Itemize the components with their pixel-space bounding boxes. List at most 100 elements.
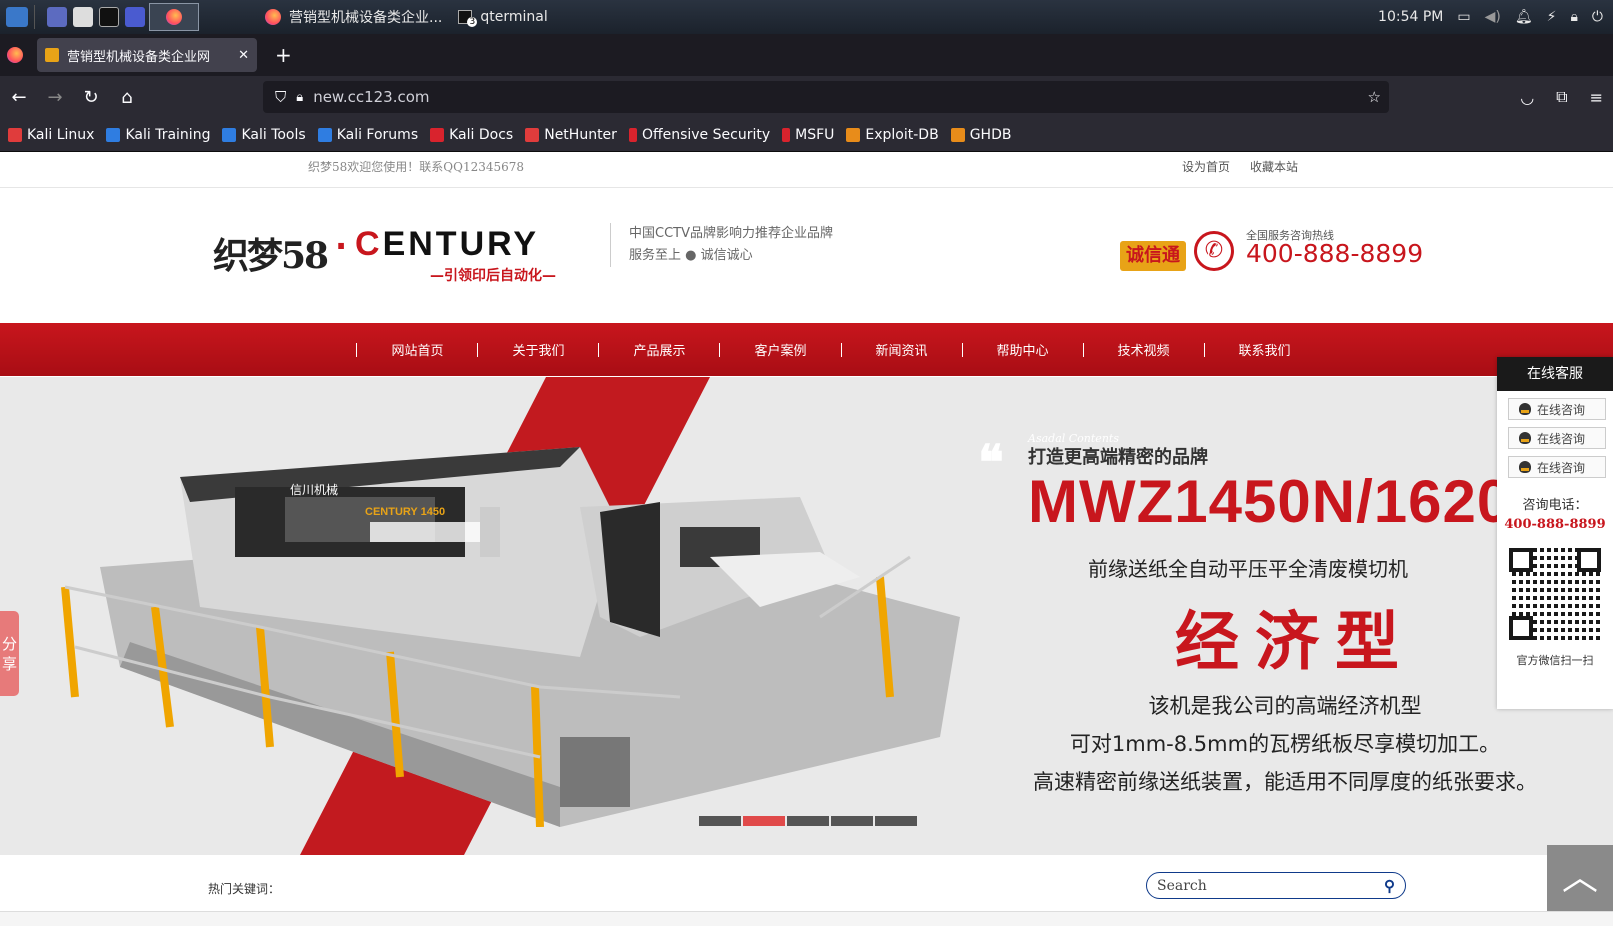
- site-header: 织梦58 · CENTURY —引领印后自动化— 中国CCTV品牌影响力推荐企业…: [0, 189, 1613, 325]
- online-consult-button[interactable]: 在线咨询: [1508, 456, 1606, 478]
- terminal-icon: 3: [458, 10, 478, 27]
- display-icon[interactable]: ▭: [1457, 9, 1470, 25]
- slogan-line-2: 服务至上 ● 诚信诚心: [629, 248, 753, 263]
- window-count-badge: 3: [467, 17, 478, 27]
- kali-menu-icon[interactable]: [6, 7, 28, 27]
- slide-dot-4[interactable]: [831, 816, 873, 826]
- service-tel: 400-888-8899: [1504, 517, 1606, 532]
- pocket-icon[interactable]: ◡: [1520, 88, 1534, 107]
- bookmark-exploit-db[interactable]: Exploit-DB: [846, 127, 939, 143]
- file-manager-icon[interactable]: [73, 7, 93, 27]
- banner-tagline: 打造更高端精密的品牌: [1028, 447, 1208, 468]
- firefox-view-icon[interactable]: [7, 47, 23, 63]
- nav-cases[interactable]: 客户案例: [754, 340, 806, 359]
- taskbar-firefox-button[interactable]: [149, 3, 199, 31]
- nav-help[interactable]: 帮助中心: [997, 340, 1049, 359]
- online-consult-button[interactable]: 在线咨询: [1508, 398, 1606, 420]
- clock[interactable]: 10:54 PM: [1378, 9, 1443, 25]
- taskbar-window-firefox[interactable]: 营销型机械设备类企业...: [259, 3, 448, 31]
- taskbar-window-terminal[interactable]: 3 qterminal: [452, 3, 553, 31]
- bookmark-kali-docs[interactable]: Kali Docs: [430, 127, 513, 143]
- online-consult-button[interactable]: 在线咨询: [1508, 427, 1606, 449]
- system-tray: 10:54 PM ▭ ◀) 🔔︎ ⚡︎ 🔒︎ ⏻: [1378, 0, 1613, 34]
- slide-dot-2[interactable]: [743, 816, 785, 826]
- browser-tab[interactable]: 营销型机械设备类企业网 ✕: [37, 38, 257, 72]
- exploit-db-icon: [846, 127, 861, 142]
- bookmark-kali-tools[interactable]: Kali Tools: [222, 127, 306, 143]
- bookmark-kali-linux[interactable]: Kali Linux: [8, 127, 94, 143]
- set-home-link[interactable]: 设为首页: [1182, 158, 1230, 175]
- bookmark-star-icon[interactable]: ☆: [1368, 88, 1381, 106]
- back-to-top-button[interactable]: ︿: [1547, 845, 1613, 911]
- url-text[interactable]: new.cc123.com: [313, 88, 429, 106]
- nav-news[interactable]: 新闻资讯: [876, 340, 928, 359]
- nav-contact[interactable]: 联系我们: [1239, 340, 1291, 359]
- logo-dot: ·: [335, 227, 348, 265]
- lock-icon[interactable]: 🔒︎: [1570, 9, 1577, 25]
- home-icon[interactable]: ⌂: [110, 80, 144, 114]
- bookmark-ghdb[interactable]: GHDB: [950, 127, 1011, 143]
- nav-video[interactable]: 技术视频: [1118, 340, 1170, 359]
- extensions-icon[interactable]: ⧉: [1556, 87, 1567, 107]
- bookmark-nethunter[interactable]: NetHunter: [525, 127, 617, 143]
- slide-dot-1[interactable]: [699, 816, 741, 826]
- browser-tab-bar: 营销型机械设备类企业网 ✕ + ⌄ – ▫ ✕: [0, 34, 1613, 97]
- reload-icon[interactable]: ↻: [74, 80, 108, 114]
- banner-lines: 该机是我公司的高端经济机型 可对1mm-8.5mm的瓦楞纸板尽享模切加工。 高速…: [1005, 687, 1565, 801]
- slide-dot-5[interactable]: [875, 816, 917, 826]
- system-taskbar: 营销型机械设备类企业... 3 qterminal 10:54 PM ▭ ◀) …: [0, 0, 1613, 34]
- machine-brand: 信川机械: [290, 482, 338, 497]
- close-tab-icon[interactable]: ✕: [238, 48, 249, 63]
- browser-nav-bar: ← → ↻ ⌂ ⛉ 🔒︎ new.cc123.com ☆ ◡ ⧉ ≡: [0, 76, 1613, 118]
- slide-dot-3[interactable]: [787, 816, 829, 826]
- url-bar[interactable]: ⛉ 🔒︎ new.cc123.com ☆: [263, 81, 1389, 113]
- bookmark-offensive-security[interactable]: Offensive Security: [628, 127, 770, 143]
- banner-line: 可对1mm-8.5mm的瓦楞纸板尽享模切加工。: [1069, 732, 1501, 756]
- search-input[interactable]: Search: [1157, 878, 1207, 894]
- forward-icon[interactable]: →: [38, 80, 72, 114]
- power-icon[interactable]: ⚡︎: [1547, 9, 1557, 25]
- nav-home[interactable]: 网站首页: [391, 340, 443, 359]
- bookmark-kali-training[interactable]: Kali Training: [106, 127, 210, 143]
- die-cutting-machine-image: 信川机械 CENTURY 1450: [61, 447, 960, 827]
- menu-icon[interactable]: ≡: [1590, 88, 1603, 107]
- nav-about[interactable]: 关于我们: [512, 340, 564, 359]
- slogan: 中国CCTV品牌影响力推荐企业品牌 服务至上 ● 诚信诚心: [610, 223, 833, 267]
- desktop-icon[interactable]: [47, 7, 67, 27]
- kali-training-icon: [106, 127, 121, 142]
- ghdb-icon: [950, 127, 965, 142]
- favorite-link[interactable]: 收藏本站: [1250, 158, 1298, 175]
- toolbar-right: ◡ ⧉ ≡: [1520, 76, 1603, 118]
- site-favicon-icon: [45, 48, 59, 62]
- screen-recorder-icon[interactable]: [125, 7, 145, 27]
- power-off-icon[interactable]: ⏻: [1592, 9, 1603, 25]
- banner-model: MWZ1450N/1620: [1028, 468, 1512, 535]
- welcome-text: 织梦58欢迎您使用！联系QQ12345678: [308, 160, 525, 174]
- nav-products[interactable]: 产品展示: [633, 340, 685, 359]
- logo-subtitle: —引领印后自动化—: [430, 268, 556, 284]
- new-tab-button[interactable]: +: [275, 43, 292, 67]
- bookmark-kali-forums[interactable]: Kali Forums: [317, 127, 418, 143]
- terminal-icon[interactable]: [99, 7, 119, 27]
- logo-cn[interactable]: 织梦58: [213, 227, 329, 279]
- shield-icon[interactable]: ⛉: [275, 88, 286, 106]
- volume-muted-icon[interactable]: ◀): [1485, 9, 1501, 25]
- logo-en[interactable]: CENTURY: [355, 225, 539, 264]
- search-box[interactable]: Search ⚲: [1146, 872, 1406, 899]
- share-tab[interactable]: 分享: [0, 611, 19, 696]
- trust-badge: 诚信通: [1120, 241, 1186, 271]
- banner-line: 该机是我公司的高端经济机型: [1148, 694, 1422, 718]
- top-strip: 织梦58欢迎您使用！联系QQ12345678 设为首页 收藏本站: [0, 152, 1613, 188]
- qq-icon: [1519, 432, 1531, 444]
- lock-icon[interactable]: 🔒︎: [296, 90, 303, 105]
- taskbar-window-title: qterminal: [480, 9, 548, 25]
- online-service-panel: 在线客服 在线咨询 在线咨询 在线咨询 咨询电话： 400-888-8899 官…: [1497, 357, 1613, 709]
- notification-bell-icon[interactable]: 🔔︎: [1515, 9, 1533, 25]
- kali-docs-icon: [430, 127, 445, 142]
- hero-banner[interactable]: 信川机械 CENTURY 1450 ❝ Asadal Contents 打造更高…: [0, 377, 1613, 855]
- back-icon[interactable]: ←: [2, 80, 36, 114]
- firefox-icon: [166, 9, 182, 25]
- bookmark-msfu[interactable]: MSFU: [782, 127, 834, 143]
- search-icon[interactable]: ⚲: [1384, 877, 1395, 895]
- qq-icon: [1519, 461, 1531, 473]
